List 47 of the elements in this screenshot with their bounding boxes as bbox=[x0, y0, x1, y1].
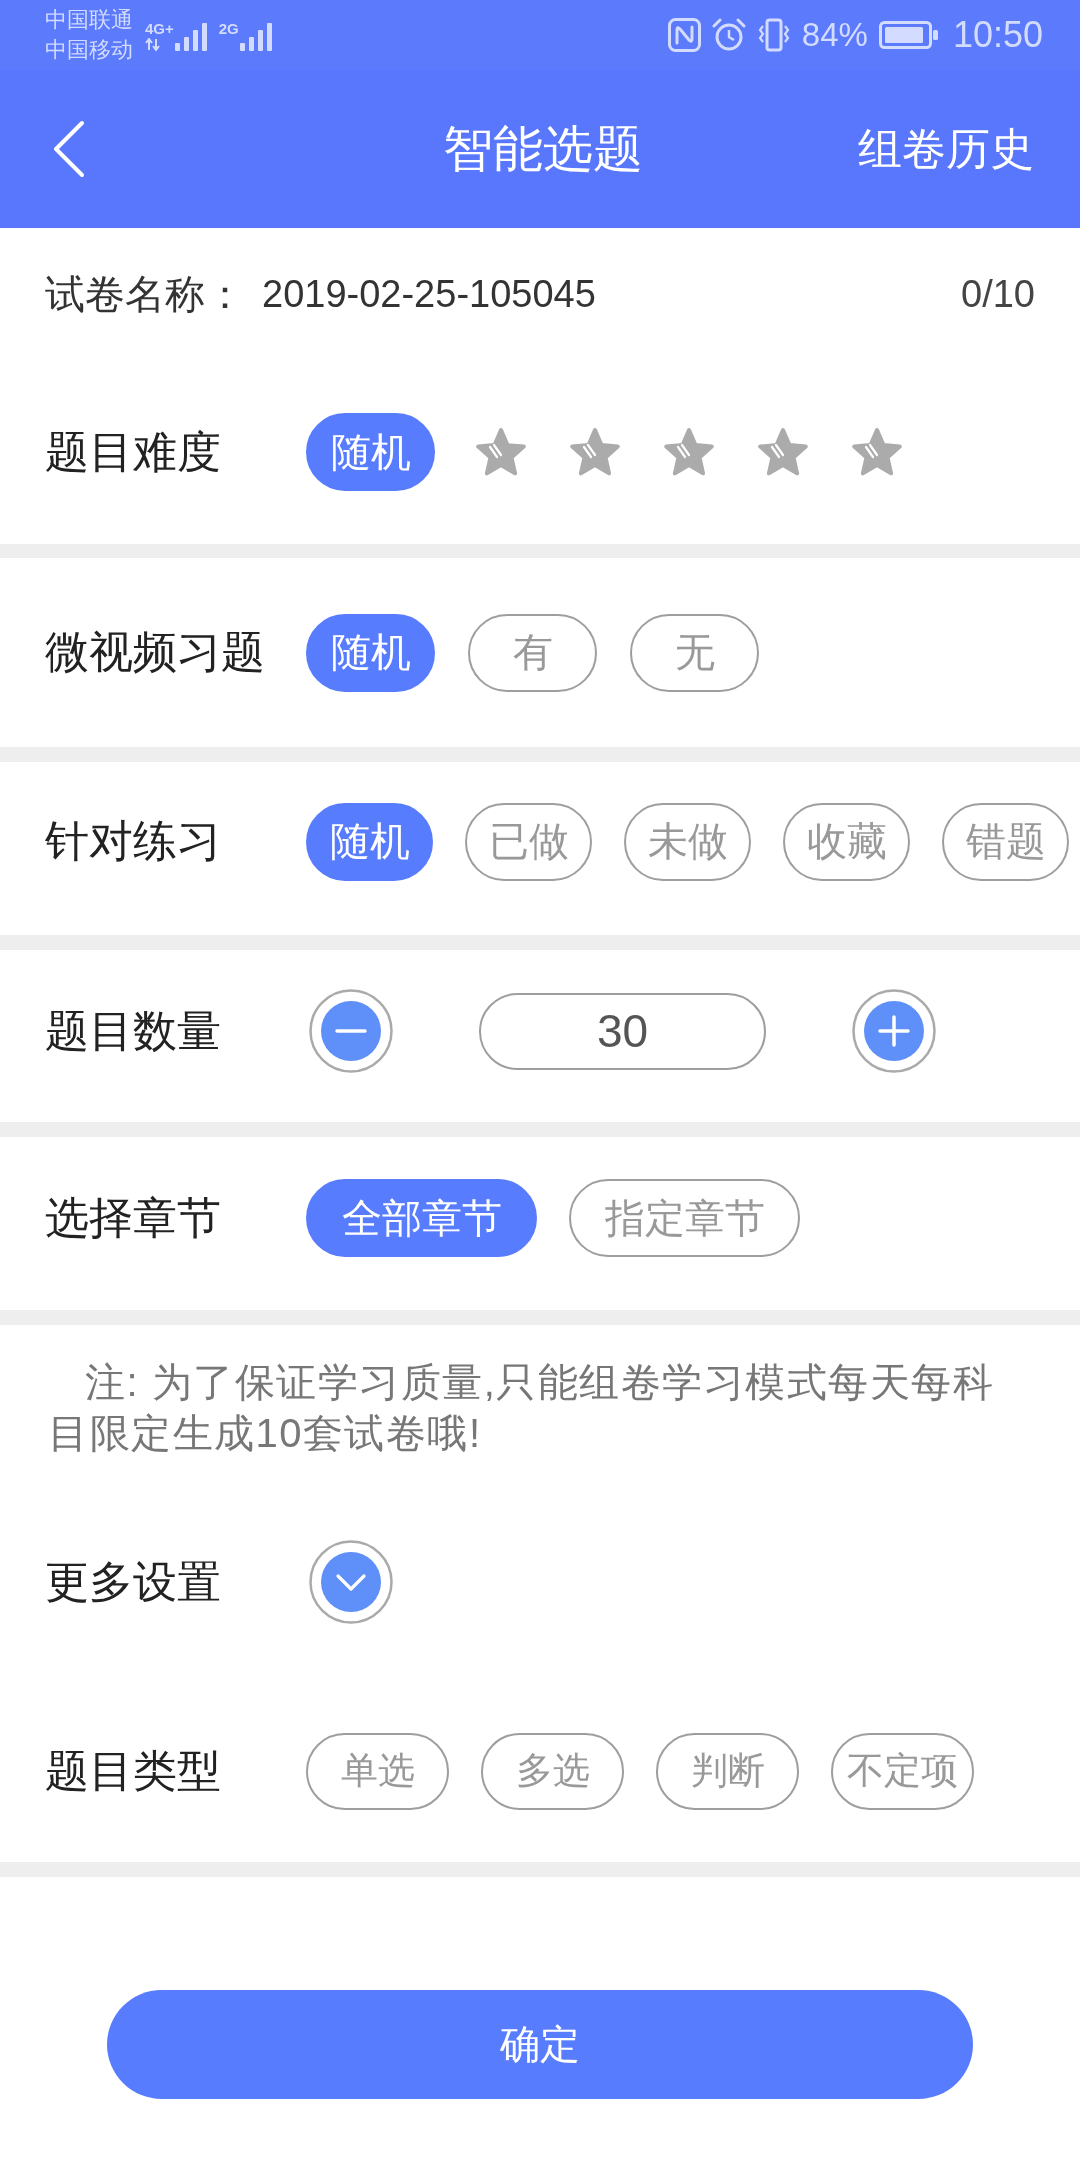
nfc-icon bbox=[667, 18, 701, 52]
vibrate-icon bbox=[756, 18, 791, 52]
option-chip[interactable]: 无 bbox=[630, 613, 759, 692]
option-chip[interactable]: 有 bbox=[468, 613, 597, 692]
option-chip[interactable]: 不定项 bbox=[831, 1732, 974, 1810]
option-chip[interactable]: 单选 bbox=[306, 1732, 449, 1810]
network-type-label: 2G bbox=[218, 19, 239, 38]
chevron-down-icon[interactable] bbox=[309, 1540, 393, 1624]
option-chip[interactable]: 指定章节 bbox=[569, 1179, 800, 1257]
option-chip[interactable]: 已做 bbox=[465, 802, 592, 881]
field-label: 微视频习题 bbox=[45, 626, 266, 678]
carrier-name: 中国移动 bbox=[45, 36, 133, 64]
option-chip[interactable]: 判断 bbox=[656, 1732, 799, 1810]
clock-time: 10:50 bbox=[952, 14, 1043, 56]
paper-name-label: 试卷名称： bbox=[45, 270, 245, 318]
option-chip[interactable]: 全部章节 bbox=[306, 1179, 537, 1257]
network-type-label: 4G+ bbox=[145, 19, 174, 38]
history-link[interactable]: 组卷历史 bbox=[858, 119, 1034, 179]
field-label: 题目类型 bbox=[45, 1744, 222, 1797]
option-chip[interactable]: 随机 bbox=[306, 802, 433, 881]
minus-icon[interactable] bbox=[309, 989, 393, 1073]
option-chip[interactable]: 错题 bbox=[942, 802, 1069, 881]
paper-name-field[interactable]: 2019-02-25-105045 bbox=[262, 272, 962, 316]
data-activity-icon bbox=[145, 37, 161, 51]
option-chip[interactable]: 随机 bbox=[306, 613, 435, 692]
option-chip[interactable]: 未做 bbox=[624, 802, 751, 881]
field-label: 针对练习 bbox=[45, 815, 222, 867]
option-chip[interactable]: 随机 bbox=[306, 413, 435, 491]
field-label: 更多设置 bbox=[45, 1555, 222, 1608]
field-label: 题目难度 bbox=[45, 425, 222, 478]
field-label: 题目数量 bbox=[45, 1004, 222, 1057]
carrier-name: 中国联通 bbox=[45, 6, 133, 34]
battery-percent: 84% bbox=[801, 16, 868, 54]
option-chip[interactable]: 收藏 bbox=[783, 802, 910, 881]
signal-icon bbox=[174, 22, 207, 51]
count-field[interactable]: 30 bbox=[479, 992, 766, 1070]
note-text: 注: 为了保证学习质量,只能组卷学习模式每天每科目限定生成10套试卷哦! bbox=[47, 1359, 996, 1457]
alarm-icon bbox=[711, 18, 746, 52]
plus-icon[interactable] bbox=[852, 989, 936, 1073]
option-chip[interactable]: 多选 bbox=[481, 1732, 624, 1810]
signal-icon bbox=[239, 22, 272, 51]
page-title: 智能选题 bbox=[443, 119, 643, 179]
back-icon[interactable] bbox=[52, 120, 86, 178]
field-label: 选择章节 bbox=[45, 1191, 222, 1244]
battery-icon bbox=[878, 21, 938, 49]
confirm-button[interactable]: 确定 bbox=[107, 1990, 973, 2099]
char-counter: 0/10 bbox=[961, 272, 1035, 316]
